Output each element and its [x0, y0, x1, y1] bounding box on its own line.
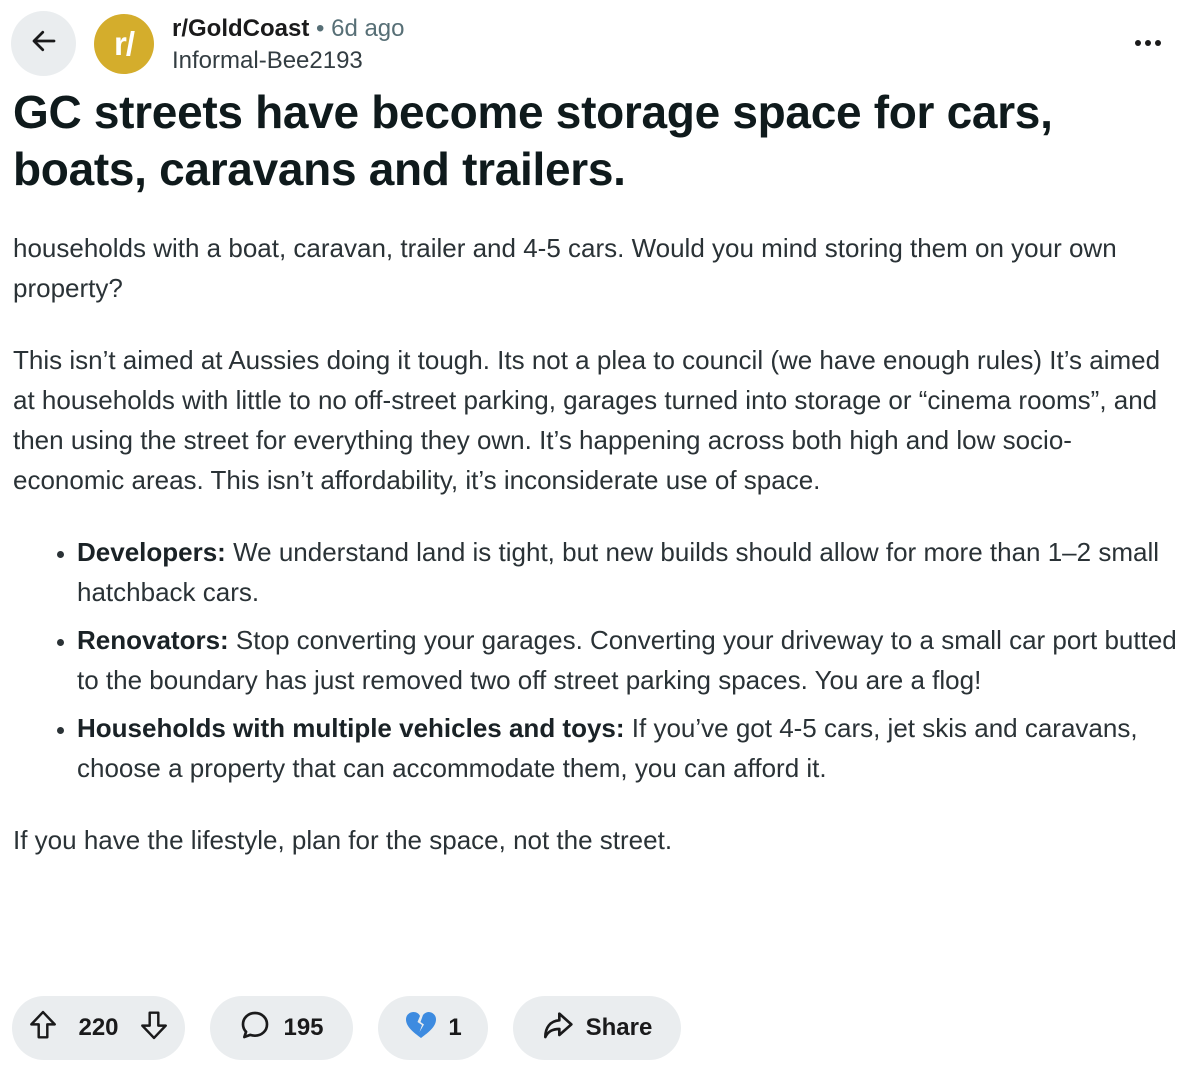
post-timestamp: 6d ago: [331, 15, 405, 42]
post-title: GC streets have become storage space for…: [13, 86, 1053, 195]
share-arrow-icon: [542, 1010, 574, 1047]
share-label: Share: [585, 1014, 653, 1041]
back-button[interactable]: [11, 11, 76, 76]
broken-heart-icon: [404, 1010, 438, 1047]
bullet-label: Households with multiple vehicles and to…: [77, 713, 625, 743]
post-action-bar: 220 195 1 Share: [12, 996, 681, 1060]
list-item: Renovators: Stop converting your garages…: [77, 620, 1183, 700]
bullet-text: Stop converting your garages. Converting…: [77, 625, 1177, 695]
downvote-arrow-icon: [139, 1009, 169, 1048]
comment-count: 195: [283, 1014, 324, 1041]
post-closing: If you have the lifestyle, plan for the …: [13, 825, 673, 855]
post-meta: r/GoldCoast • 6d ago: [172, 13, 405, 45]
list-item: Households with multiple vehicles and to…: [77, 708, 1183, 788]
vote-score: 220: [78, 1014, 119, 1041]
comments-button[interactable]: 195: [210, 996, 353, 1060]
list-item: Developers: We understand land is tight,…: [77, 532, 1183, 612]
bullet-label: Renovators:: [77, 625, 229, 655]
subreddit-avatar[interactable]: r/: [94, 14, 154, 74]
bullet-text: We understand land is tight, but new bui…: [77, 537, 1159, 607]
award-button[interactable]: 1: [378, 996, 488, 1060]
post-bullet-list: Developers: We understand land is tight,…: [13, 532, 1183, 788]
more-options-button[interactable]: [1128, 26, 1168, 60]
post-paragraph: This isn’t aimed at Aussies doing it tou…: [13, 345, 1161, 495]
arrow-left-icon: [29, 26, 59, 61]
more-options-icon: [1133, 34, 1163, 52]
award-count: 1: [448, 1014, 462, 1041]
avatar-text: r/: [113, 25, 135, 62]
comment-bubble-icon: [239, 1009, 271, 1048]
subreddit-link[interactable]: r/GoldCoast: [172, 15, 309, 42]
share-button[interactable]: Share: [513, 996, 681, 1060]
vote-control: 220: [12, 996, 185, 1060]
meta-separator: •: [316, 15, 325, 42]
post-intro: households with a boat, caravan, trailer…: [13, 233, 1117, 303]
upvote-arrow-icon: [28, 1009, 58, 1048]
downvote-button[interactable]: [139, 1009, 169, 1048]
bullet-label: Developers:: [77, 537, 226, 567]
upvote-button[interactable]: [28, 1009, 58, 1048]
post-body: households with a boat, caravan, trailer…: [13, 228, 1183, 892]
author-link[interactable]: Informal-Bee2193: [172, 45, 363, 77]
